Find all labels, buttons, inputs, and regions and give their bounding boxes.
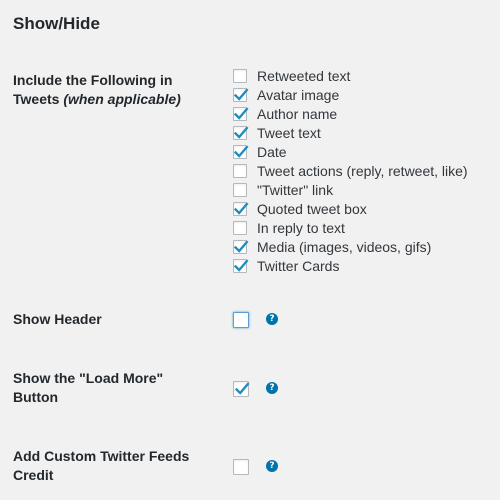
include-tweets-label: Include the Following in Tweets (when ap… (13, 71, 213, 109)
include-option-item[interactable]: Date (233, 142, 468, 161)
include-option-item[interactable]: Tweet text (233, 123, 468, 142)
show-load-more-checkbox[interactable] (233, 381, 250, 397)
checkmark-icon (233, 144, 249, 158)
section-title: Show/Hide (13, 14, 100, 33)
checkmark-icon (233, 87, 249, 101)
checkmark-icon (233, 258, 249, 272)
include-option-checkbox[interactable] (233, 239, 249, 254)
show-header-label: Show Header (13, 311, 102, 327)
include-option-label: Quoted tweet box (257, 200, 367, 217)
include-option-item[interactable]: Media (images, videos, gifs) (233, 237, 468, 256)
include-option-label: In reply to text (257, 219, 345, 236)
question-circle-icon[interactable]: ? (266, 460, 278, 472)
include-option-label: Retweeted text (257, 67, 351, 84)
show-load-more-label: Show the "Load More" Button (13, 370, 164, 405)
add-credit-label: Add Custom Twitter Feeds Credit (13, 448, 190, 483)
settings-page: Show/Hide Include the Following in Tweet… (0, 0, 500, 500)
include-option-item[interactable]: Retweeted text (233, 66, 468, 85)
checkmark-icon (233, 239, 249, 253)
include-option-checkbox[interactable] (233, 68, 247, 83)
include-options-list: Retweeted text Avatar image Author name Twe… (233, 66, 468, 275)
include-option-item[interactable]: Avatar image (233, 85, 468, 104)
include-option-label: "Twitter" link (257, 181, 334, 198)
include-option-item[interactable]: Author name (233, 104, 468, 123)
question-circle-icon[interactable]: ? (266, 313, 278, 325)
checkmark-icon (233, 201, 249, 215)
show-header-checkbox[interactable] (233, 312, 249, 328)
include-option-checkbox[interactable] (233, 87, 249, 102)
question-circle-icon[interactable]: ? (266, 382, 278, 394)
include-option-item[interactable]: Tweet actions (reply, retweet, like) (233, 161, 468, 180)
include-option-checkbox[interactable] (233, 182, 247, 197)
include-option-checkbox[interactable] (233, 144, 249, 159)
checkmark-icon (233, 106, 249, 120)
add-credit-checkbox[interactable] (233, 459, 249, 475)
include-option-item[interactable]: In reply to text (233, 218, 468, 237)
include-option-checkbox[interactable] (233, 163, 247, 178)
include-option-label: Twitter Cards (257, 257, 340, 274)
include-option-checkbox[interactable] (233, 220, 247, 235)
include-option-item[interactable]: Quoted tweet box (233, 199, 468, 218)
include-option-label: Media (images, videos, gifs) (257, 238, 432, 255)
include-option-label: Tweet text (257, 124, 321, 141)
include-option-label: Avatar image (257, 86, 340, 103)
include-option-checkbox[interactable] (233, 201, 249, 216)
include-option-checkbox[interactable] (233, 125, 249, 140)
include-option-checkbox[interactable] (233, 106, 249, 121)
include-option-item[interactable]: Twitter Cards (233, 256, 468, 275)
include-option-label: Tweet actions (reply, retweet, like) (257, 162, 468, 179)
include-option-label: Date (257, 143, 287, 160)
include-option-item[interactable]: "Twitter" link (233, 180, 468, 199)
include-option-label: Author name (257, 105, 338, 122)
include-tweets-label-note: (when applicable) (63, 91, 181, 107)
include-option-checkbox[interactable] (233, 258, 249, 273)
checkmark-icon (234, 382, 250, 395)
checkmark-icon (233, 125, 249, 139)
